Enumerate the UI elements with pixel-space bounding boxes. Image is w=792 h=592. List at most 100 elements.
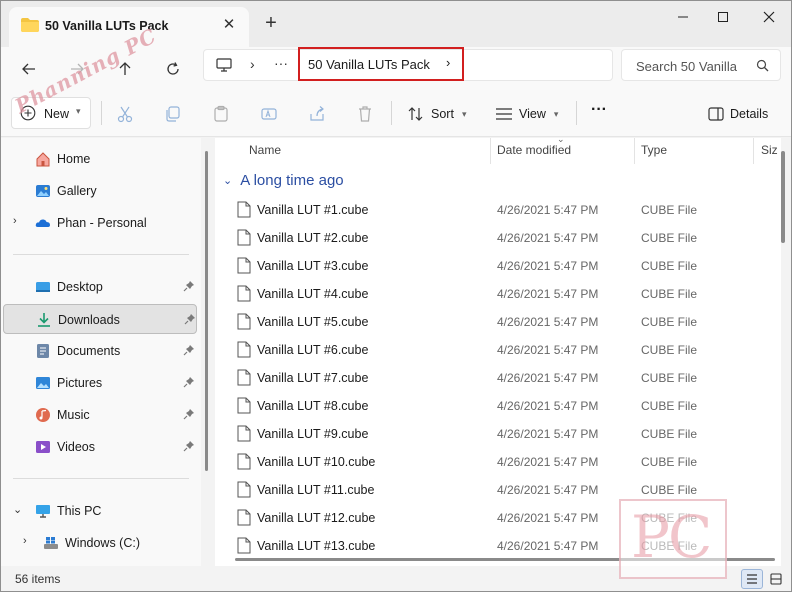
file-row[interactable]: Vanilla LUT #9.cube 4/26/2021 5:47 PM CUBE… [215,419,781,447]
column-header-name[interactable]: Name [249,143,281,157]
file-date: 4/26/2021 5:47 PM [497,343,599,357]
file-type: CUBE File [641,399,698,413]
view-button[interactable]: View ▾ [495,105,558,123]
copy-icon[interactable] [164,105,182,123]
new-tab-button[interactable]: + [261,13,281,33]
this-pc-icon [36,505,50,518]
sidebar-item-label: Windows (C:) [65,536,141,550]
pin-icon[interactable] [183,408,195,420]
search-input[interactable]: Search 50 Vanilla LUTs Pack [636,59,740,74]
sort-icon [408,107,423,121]
pin-icon[interactable] [183,376,195,388]
pin-icon[interactable] [183,440,195,452]
file-row[interactable]: Vanilla LUT #4.cube 4/26/2021 5:47 PM CUBE… [215,279,781,307]
rename-icon[interactable] [260,105,278,123]
delete-icon[interactable] [356,105,374,123]
column-divider[interactable] [753,138,754,164]
sidebar-item-label: Desktop [57,280,103,294]
file-row[interactable]: Vanilla LUT #2.cube 4/26/2021 5:47 PM CUBE… [215,223,781,251]
file-row[interactable]: Vanilla LUT #10.cube 4/26/2021 5:47 PM CUB… [215,447,781,475]
close-window-button[interactable] [749,5,789,29]
sidebar-item-videos[interactable]: Videos [3,432,197,462]
pin-icon[interactable] [184,313,196,325]
expand-chevron-icon[interactable]: › [23,535,27,547]
more-options-button[interactable]: ··· [591,101,607,119]
computer-icon [216,58,232,72]
group-header[interactable]: ⌄ A long time ago [223,172,344,189]
file-icon [237,369,251,386]
file-name: Vanilla LUT #6.cube [257,343,369,357]
file-type: CUBE File [641,203,698,217]
toolbar-divider [391,101,392,125]
sidebar-item-label: Phan - Personal [57,216,147,230]
file-icon [237,537,251,554]
expand-chevron-icon[interactable]: › [13,215,17,227]
column-header-type[interactable]: Type [641,143,667,157]
file-name: Vanilla LUT #4.cube [257,287,369,301]
file-type: CUBE File [641,343,698,357]
file-name: Vanilla LUT #8.cube [257,399,369,413]
file-icon [237,201,251,218]
file-icon [237,229,251,246]
file-row[interactable]: Vanilla LUT #1.cube 4/26/2021 5:47 PM CUBE… [215,195,781,223]
maximize-button[interactable] [703,5,743,29]
close-tab-icon[interactable]: ✕ [221,17,237,33]
sidebar-item-desktop[interactable]: Desktop [3,272,197,302]
sidebar-item-label: Home [57,152,91,166]
file-row[interactable]: Vanilla LUT #5.cube 4/26/2021 5:47 PM CUBE… [215,307,781,335]
share-icon[interactable] [308,105,326,123]
file-date: 4/26/2021 5:47 PM [497,259,599,273]
file-row[interactable]: Vanilla LUT #7.cube 4/26/2021 5:47 PM CUBE… [215,363,781,391]
search-box[interactable]: Search 50 Vanilla LUTs Pack [621,49,781,81]
chevron-right-icon[interactable]: › [446,55,450,70]
column-divider[interactable] [490,138,491,164]
sidebar-scrollbar[interactable] [205,151,208,471]
view-button-label: View [519,107,546,121]
minimize-button[interactable] [663,5,703,29]
gallery-icon [36,185,50,197]
sidebar-item-gallery[interactable]: Gallery [3,176,197,206]
paste-icon[interactable] [212,105,230,123]
group-header-label: A long time ago [240,172,344,189]
file-icon [237,453,251,470]
vertical-scrollbar[interactable] [781,151,785,243]
sort-button[interactable]: Sort ▾ [407,105,466,123]
column-header-date[interactable]: Date modified [497,143,571,157]
tiles-view-icon [770,573,782,585]
sidebar-item-onedrive[interactable]: › Phan - Personal [3,208,197,238]
chevron-down-icon: ▾ [76,106,81,116]
sidebar-item-pictures[interactable]: Pictures [3,368,197,398]
file-row[interactable]: Vanilla LUT #8.cube 4/26/2021 5:47 PM CUBE… [215,391,781,419]
sidebar-item-label: This PC [57,504,102,518]
onedrive-icon [35,219,50,227]
file-date: 4/26/2021 5:47 PM [497,483,599,497]
collapse-chevron-icon[interactable]: ⌄ [13,503,22,516]
sidebar-item-label: Documents [57,344,121,358]
breadcrumb-current[interactable]: 50 Vanilla LUTs Pack › [298,47,464,81]
pin-icon[interactable] [183,280,195,292]
file-name: Vanilla LUT #12.cube [257,511,376,525]
breadcrumb-more-button[interactable]: ··· [274,55,288,71]
address-bar[interactable]: › ··· 50 Vanilla LUTs Pack › [203,47,613,81]
sidebar-item-music[interactable]: Music [3,400,197,430]
file-date: 4/26/2021 5:47 PM [497,511,599,525]
details-view-button[interactable] [741,569,763,589]
file-row[interactable]: Vanilla LUT #6.cube 4/26/2021 5:47 PM CUBE… [215,335,781,363]
cut-icon[interactable] [116,105,134,123]
column-header-size[interactable]: Siz [761,143,778,157]
sidebar-item-this-pc[interactable]: ⌄ This PC [3,496,197,526]
back-button[interactable] [15,55,43,83]
file-type: CUBE File [641,287,698,301]
refresh-button[interactable] [159,55,187,83]
tiles-view-button[interactable] [765,569,787,589]
sidebar-item-windows-drive[interactable]: › Windows (C:) [3,528,197,558]
file-icon [237,481,251,498]
details-button[interactable]: Details [708,105,768,123]
file-row[interactable]: Vanilla LUT #3.cube 4/26/2021 5:47 PM CUBE… [215,251,781,279]
sidebar-item-home[interactable]: Home [3,144,197,174]
column-divider[interactable] [634,138,635,164]
sidebar-item-downloads[interactable]: Downloads [3,304,197,334]
watermark-logo: PC [619,499,727,579]
pin-icon[interactable] [183,344,195,356]
sidebar-item-documents[interactable]: Documents [3,336,197,366]
